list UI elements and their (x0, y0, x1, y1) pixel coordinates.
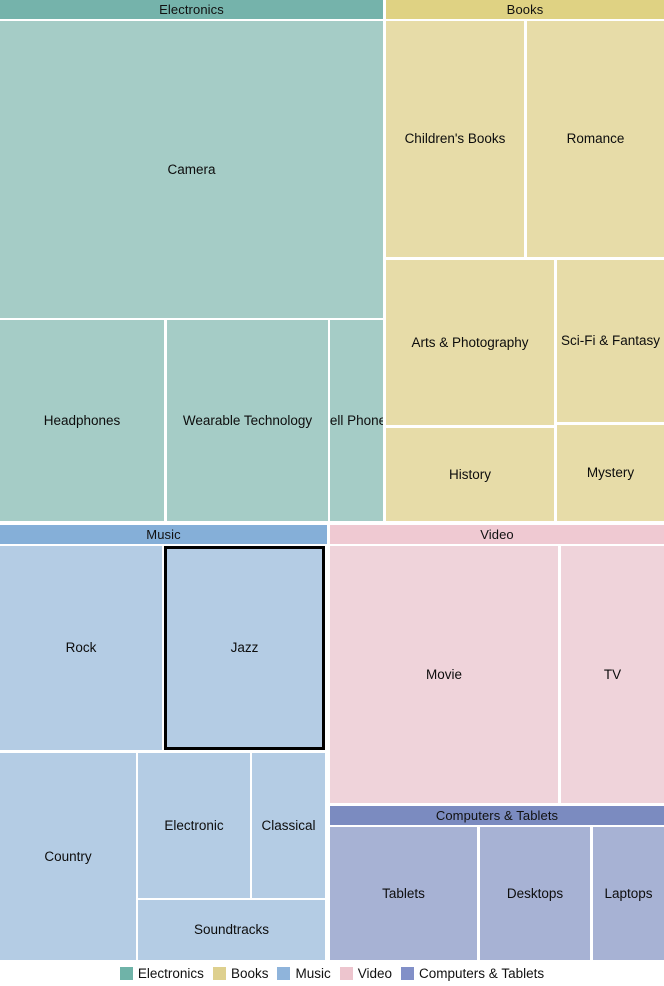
legend-item[interactable]: Books (212, 965, 269, 981)
legend-item-label: Computers & Tablets (419, 965, 545, 981)
treemap-cell-label: Arts & Photography (411, 334, 529, 350)
treemap-group-video[interactable]: Video Movie TV (330, 525, 664, 803)
treemap-cell[interactable]: Headphones (0, 320, 164, 521)
treemap-group-books[interactable]: Books Children's Books Romance Arts & Phot… (386, 0, 664, 521)
treemap-cell-label: Laptops (604, 885, 653, 901)
treemap-cell[interactable]: Wearable Technology (167, 320, 328, 521)
treemap-cell[interactable]: Classical (252, 753, 325, 898)
treemap-cell-label: Children's Books (404, 131, 506, 147)
group-header-label: Music (0, 525, 327, 544)
treemap-cell-label: Camera (167, 161, 216, 177)
legend-item[interactable]: Electronics (119, 965, 204, 981)
treemap-cell-label: TV (603, 666, 622, 682)
legend-swatch-icon (401, 966, 415, 980)
legend-item[interactable]: Video (339, 965, 393, 981)
treemap-cell[interactable]: Electronic (138, 753, 250, 898)
chart-legend: Electronics Books Music Video Computers & Ta… (0, 960, 664, 986)
group-header-label: Video (330, 525, 664, 544)
treemap-cell-label: History (448, 466, 491, 482)
group-header-label: Books (386, 0, 664, 19)
treemap-chart: Electronics Camera Headphones Wearable Tec… (0, 0, 664, 960)
treemap-cell[interactable]: Camera (0, 21, 383, 318)
treemap-cell-label: Country (44, 848, 92, 864)
treemap-cell[interactable]: Desktops (480, 827, 590, 960)
legend-swatch-icon (339, 966, 353, 980)
treemap-cell[interactable]: Jazz (164, 546, 325, 750)
treemap-cell-label: Romance (566, 131, 625, 147)
treemap-cell[interactable]: History (386, 428, 554, 521)
treemap-cell-label: Soundtracks (193, 922, 270, 938)
treemap-cell[interactable]: Arts & Photography (386, 260, 554, 425)
treemap-cell-label: Classical (261, 817, 316, 833)
legend-swatch-icon (119, 966, 133, 980)
treemap-cell[interactable]: Movie (330, 546, 558, 803)
treemap-cell[interactable]: Laptops (593, 827, 664, 960)
treemap-cell[interactable]: Mystery (557, 425, 664, 521)
treemap-group-computers-tablets[interactable]: Computers & Tablets Tablets Desktops Lapto… (330, 806, 664, 960)
legend-item-label: Music (295, 965, 331, 981)
legend-swatch-icon (212, 966, 226, 980)
treemap-cell-label: Sci-Fi & Fantasy (560, 333, 661, 349)
legend-item-label: Video (357, 965, 393, 981)
treemap-cell-label: Jazz (230, 640, 259, 656)
treemap-cell-label: Movie (425, 666, 462, 682)
legend-item[interactable]: Music (277, 965, 331, 981)
treemap-cell[interactable]: Tablets (330, 827, 477, 960)
treemap-cell[interactable]: Country (0, 753, 136, 960)
group-header-label: Electronics (0, 0, 383, 19)
treemap-cell-label: Headphones (43, 412, 121, 428)
treemap-cell[interactable]: Children's Books (386, 21, 524, 257)
treemap-cell[interactable]: Romance (527, 21, 664, 257)
treemap-cell[interactable]: Sci-Fi & Fantasy (557, 260, 664, 422)
legend-item[interactable]: Computers & Tablets (401, 966, 544, 981)
treemap-cell[interactable]: TV (561, 546, 664, 803)
treemap-cell-label: Electronic (164, 817, 224, 833)
treemap-cell-label: Rock (65, 640, 97, 656)
group-header-label: Computers & Tablets (330, 806, 664, 825)
treemap-cell-label: Tablets (382, 885, 425, 901)
legend-item-label: Books (230, 965, 269, 981)
treemap-cell-label: Cell Phones (330, 412, 383, 428)
treemap-cell[interactable]: Rock (0, 546, 162, 750)
legend-item-label: Electronics (137, 965, 204, 981)
treemap-group-electronics[interactable]: Electronics Camera Headphones Wearable Tec… (0, 0, 383, 521)
treemap-cell-label: Mystery (586, 465, 635, 481)
treemap-cell-label: Wearable Technology (182, 412, 313, 428)
treemap-cell-label: Desktops (506, 885, 564, 901)
treemap-cell[interactable]: Soundtracks (138, 900, 325, 960)
legend-swatch-icon (277, 966, 291, 980)
treemap-group-music[interactable]: Music Rock Jazz Country Electronic Classical… (0, 525, 327, 960)
treemap-cell[interactable]: Cell Phones (330, 320, 383, 521)
